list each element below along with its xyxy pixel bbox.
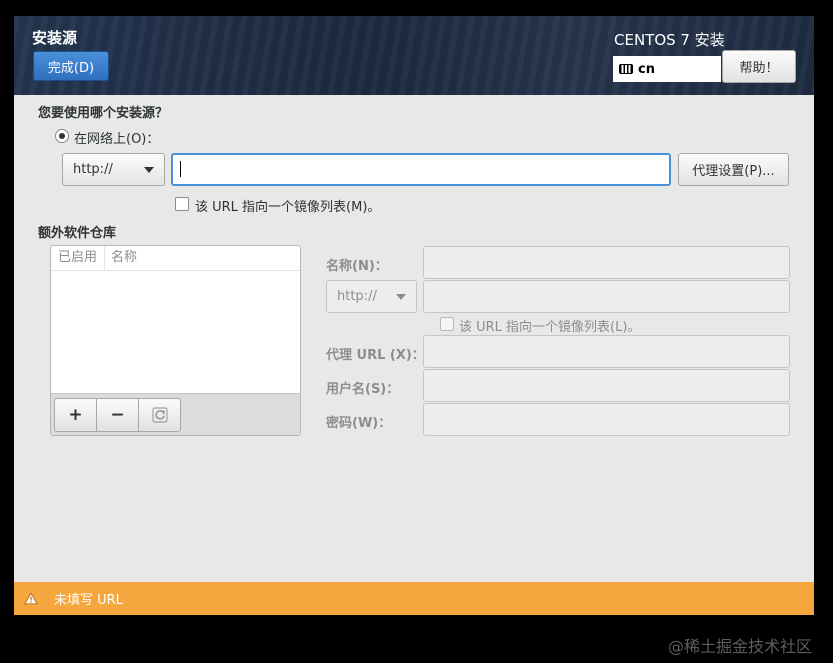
product-title: CENTOS 7 安装 xyxy=(614,31,725,49)
protocol-select[interactable]: http:// xyxy=(62,153,165,186)
repo-list[interactable]: 已启用 名称 + − xyxy=(50,245,301,436)
spoke-header: 安装源 完成(D) CENTOS 7 安装 cn 帮助！ xyxy=(14,16,814,95)
remove-repo-button[interactable]: − xyxy=(96,398,139,432)
username-label: 用户名(S)： xyxy=(326,382,400,397)
spoke-title: 安装源 xyxy=(32,29,78,47)
help-button[interactable]: 帮助！ xyxy=(722,50,796,83)
network-radio[interactable] xyxy=(55,129,69,143)
repo-protocol-value: http:// xyxy=(337,289,377,304)
refresh-icon xyxy=(151,407,168,423)
warning-icon xyxy=(24,592,38,605)
proxy-url-input[interactable] xyxy=(423,335,790,368)
warning-bar[interactable]: 未填写 URL xyxy=(14,582,814,615)
proxy-url-label: 代理 URL (X)： xyxy=(326,348,425,363)
text-caret xyxy=(180,161,181,177)
chevron-down-icon xyxy=(144,166,154,173)
source-question: 您要使用哪个安装源？ xyxy=(38,106,169,121)
repo-name-label: 名称(N)： xyxy=(326,259,388,274)
add-icon: + xyxy=(68,405,83,425)
repos-heading: 额外软件仓库 xyxy=(38,226,117,241)
refresh-repo-button[interactable] xyxy=(138,398,181,432)
column-enabled[interactable]: 已启用 xyxy=(51,246,105,270)
repo-protocol-select[interactable]: http:// xyxy=(326,280,417,313)
repo-list-header: 已启用 名称 xyxy=(51,246,300,271)
add-repo-button[interactable]: + xyxy=(54,398,97,432)
proxy-settings-button[interactable]: 代理设置(P)... xyxy=(678,153,789,186)
keyboard-icon xyxy=(619,64,633,74)
column-name[interactable]: 名称 xyxy=(105,246,137,270)
chevron-down-icon xyxy=(396,293,406,300)
mirror-list-label: 该 URL 指向一个镜像列表(M)。 xyxy=(195,200,381,215)
repo-toolbar: + − xyxy=(51,393,300,435)
warning-text: 未填写 URL xyxy=(54,593,123,608)
remove-icon: − xyxy=(110,405,125,425)
keyboard-layout-label: cn xyxy=(638,61,655,77)
installer-screen: 安装源 完成(D) CENTOS 7 安装 cn 帮助！ 您要使用哪个安装源？ … xyxy=(14,16,814,615)
keyboard-layout-indicator[interactable]: cn xyxy=(613,56,721,82)
repo-url-input[interactable] xyxy=(423,280,790,313)
network-option-label: 在网络上(O)： xyxy=(74,132,160,147)
repo-name-input[interactable] xyxy=(423,246,790,279)
password-label: 密码(W)： xyxy=(326,416,392,431)
repo-mirror-checkbox[interactable] xyxy=(440,317,454,331)
username-input[interactable] xyxy=(423,369,790,402)
password-input[interactable] xyxy=(423,403,790,436)
done-button[interactable]: 完成(D) xyxy=(33,51,109,81)
watermark: @稀土掘金技术社区 xyxy=(668,637,813,656)
url-input[interactable] xyxy=(171,153,671,186)
mirror-list-checkbox[interactable] xyxy=(175,197,189,211)
repo-mirror-label: 该 URL 指向一个镜像列表(L)。 xyxy=(459,320,641,335)
protocol-select-value: http:// xyxy=(73,162,113,177)
